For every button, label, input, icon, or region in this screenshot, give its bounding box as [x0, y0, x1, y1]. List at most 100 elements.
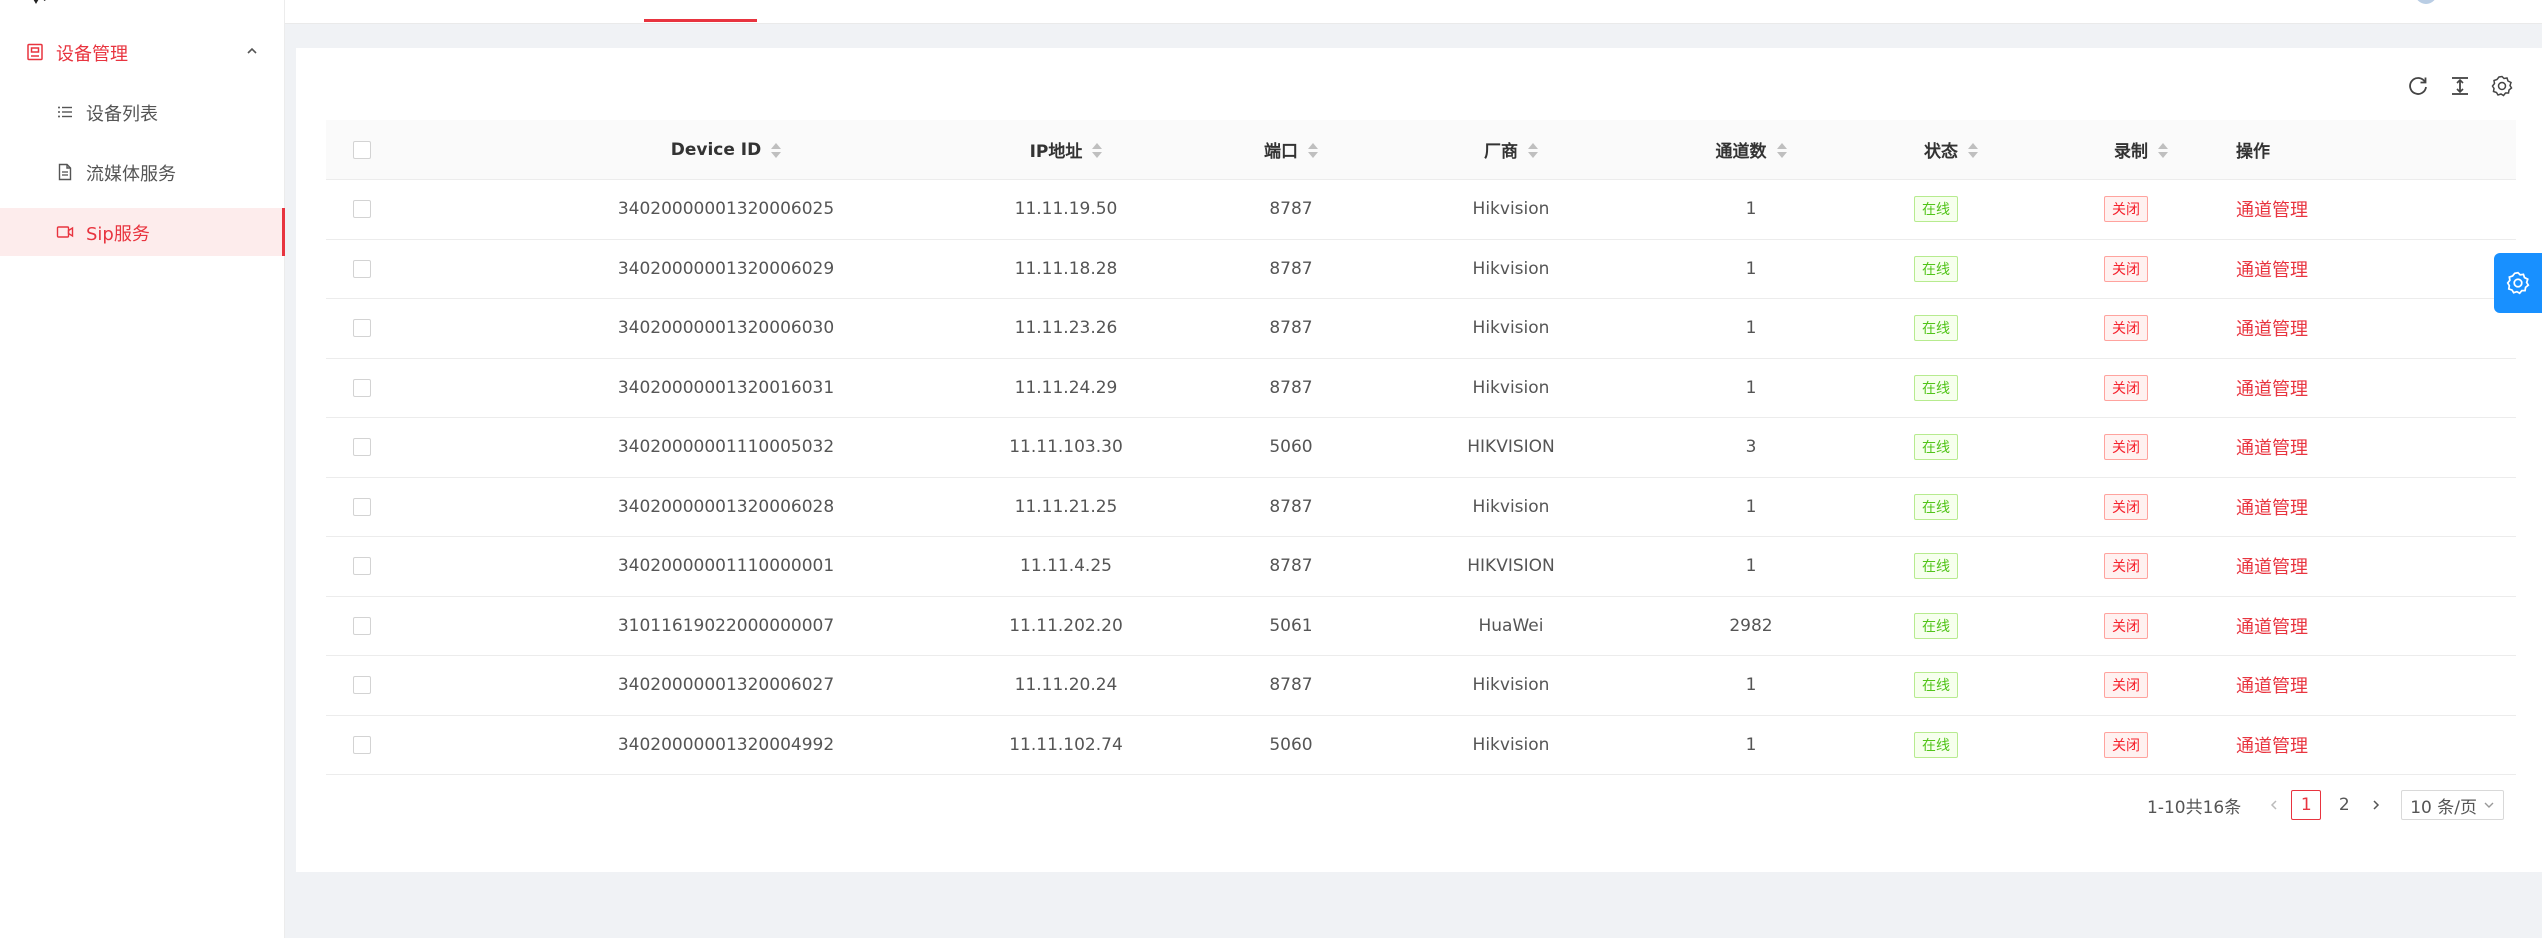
cell-vendor: Hikvision [1472, 258, 1550, 279]
cell-status: 在线 [1886, 597, 1986, 656]
sidebar-item-device-list[interactable]: 设备列表 [0, 88, 285, 136]
table-row: 34020000001320006030 11.11.23.26 8787 Hikvi… [326, 299, 2516, 359]
cell-actions: 通道管理 [2236, 478, 2386, 537]
page-2-button[interactable]: 2 [2329, 790, 2359, 820]
record-badge: 关闭 [2104, 255, 2148, 282]
next-page-button[interactable] [2363, 792, 2389, 818]
channel-manage-link[interactable]: 通道管理 [2236, 196, 2308, 222]
cell-port: 8787 [1269, 258, 1313, 279]
reload-icon[interactable] [2406, 74, 2430, 98]
page-1-button[interactable]: 1 [2291, 790, 2322, 820]
record-badge: 关闭 [2104, 434, 2148, 461]
cell-actions: 通道管理 [2236, 716, 2386, 775]
pagination: 1-10共16条 1 2 10 条/页 [2147, 790, 2504, 820]
col-status-label: 状态 [1924, 142, 1958, 162]
cell-ip: 11.11.202.20 [1009, 615, 1123, 636]
channel-manage-link[interactable]: 通道管理 [2236, 672, 2308, 698]
top-header [285, 0, 2542, 24]
cell-record: 关闭 [2076, 299, 2176, 358]
row-checkbox[interactable] [353, 200, 371, 219]
channel-manage-link[interactable]: 通道管理 [2236, 553, 2308, 579]
prev-page-button[interactable] [2261, 792, 2287, 818]
cell-vendor: HIKVISION [1467, 556, 1555, 577]
sort-icon[interactable] [1528, 142, 1538, 158]
cell-actions: 通道管理 [2236, 180, 2386, 239]
cell-status: 在线 [1886, 240, 1986, 299]
video-camera-icon [56, 226, 74, 238]
col-vendor[interactable]: 厂商 [1426, 120, 1596, 179]
cell-channels: 1 [1745, 199, 1757, 220]
sort-icon[interactable] [1092, 142, 1103, 158]
channel-manage-link[interactable]: 通道管理 [2236, 613, 2308, 639]
row-checkbox[interactable] [353, 319, 371, 338]
channel-manage-link[interactable]: 通道管理 [2236, 256, 2308, 282]
cell-record: 关闭 [2076, 537, 2176, 596]
table-row: 34020000001320006029 11.11.18.28 8787 Hikvi… [326, 240, 2516, 299]
sidebar-group-label: 设备管理 [56, 44, 128, 65]
row-checkbox[interactable] [353, 557, 371, 576]
channel-manage-link[interactable]: 通道管理 [2236, 315, 2308, 341]
row-checkbox[interactable] [353, 378, 371, 397]
cell-channels: 1 [1745, 734, 1757, 755]
cell-device-id: 34020000001320006030 [617, 318, 835, 339]
row-checkbox[interactable] [353, 259, 371, 278]
column-height-icon[interactable] [2448, 74, 2472, 98]
status-badge: 在线 [1914, 612, 1958, 639]
col-vendor-label: 厂商 [1484, 142, 1518, 162]
row-checkbox[interactable] [353, 438, 371, 457]
table-row: 34020000001320006025 11.11.19.50 8787 Hikvi… [326, 180, 2516, 240]
sidebar-item-media-service[interactable]: 流媒体服务 [0, 148, 285, 196]
settings-icon[interactable] [2490, 74, 2514, 98]
col-device-id[interactable]: Device ID [576, 120, 876, 179]
cell-device-id: 31011619022000000007 [617, 615, 835, 636]
channel-manage-link[interactable]: 通道管理 [2236, 434, 2308, 460]
page-size-value: 10 条/页 [2410, 797, 2477, 818]
cell-actions: 通道管理 [2236, 656, 2386, 715]
sort-icon[interactable] [1776, 142, 1787, 158]
status-badge: 在线 [1914, 434, 1958, 461]
col-port[interactable]: 端口 [1206, 120, 1376, 179]
chevron-left-icon [2271, 800, 2277, 810]
select-all-checkbox-cell [352, 120, 372, 179]
cell-device-id: 34020000001320004992 [617, 734, 835, 755]
col-record[interactable]: 录制 [2076, 120, 2206, 179]
chevron-down-icon [2484, 802, 2494, 808]
record-badge: 关闭 [2104, 196, 2148, 223]
sort-icon[interactable] [2158, 142, 2168, 158]
cell-vendor: Hikvision [1472, 318, 1550, 339]
sidebar-item-sip-service[interactable]: Sip服务 [0, 208, 285, 256]
row-checkbox[interactable] [353, 676, 371, 695]
page-size-select[interactable]: 10 条/页 [2401, 790, 2504, 820]
cell-port: 8787 [1269, 556, 1313, 577]
cell-port: 5061 [1269, 615, 1313, 636]
cell-channels: 1 [1745, 377, 1757, 398]
channel-manage-link[interactable]: 通道管理 [2236, 732, 2308, 758]
col-status[interactable]: 状态 [1886, 120, 2016, 179]
sidebar-group-device-management[interactable]: 设备管理 [0, 28, 285, 76]
row-checkbox-cell [352, 656, 372, 715]
cell-actions: 通道管理 [2236, 299, 2386, 358]
cell-device-id: 34020000001110005032 [617, 437, 835, 458]
sort-icon[interactable] [771, 142, 782, 158]
cell-channels: 1 [1745, 675, 1757, 696]
row-checkbox[interactable] [353, 616, 371, 635]
cell-record: 关闭 [2076, 716, 2176, 775]
sort-icon[interactable] [1968, 142, 1978, 158]
cell-record: 关闭 [2076, 597, 2176, 656]
floating-settings-button[interactable] [2494, 253, 2542, 313]
avatar[interactable] [2415, 0, 2437, 4]
select-all-checkbox[interactable] [353, 140, 371, 159]
col-ip[interactable]: IP地址 [966, 120, 1166, 179]
col-channels[interactable]: 通道数 [1666, 120, 1836, 179]
row-checkbox[interactable] [353, 497, 371, 516]
channel-manage-link[interactable]: 通道管理 [2236, 494, 2308, 520]
cell-device-id: 34020000001320006025 [617, 199, 835, 220]
row-checkbox[interactable] [353, 735, 371, 754]
device-management-icon [27, 43, 43, 61]
cell-port: 8787 [1269, 675, 1313, 696]
sidebar-item-label: 设备列表 [86, 104, 158, 125]
cell-port: 8787 [1269, 377, 1313, 398]
channel-manage-link[interactable]: 通道管理 [2236, 375, 2308, 401]
cell-port: 5060 [1269, 437, 1313, 458]
sort-icon[interactable] [1308, 142, 1318, 158]
